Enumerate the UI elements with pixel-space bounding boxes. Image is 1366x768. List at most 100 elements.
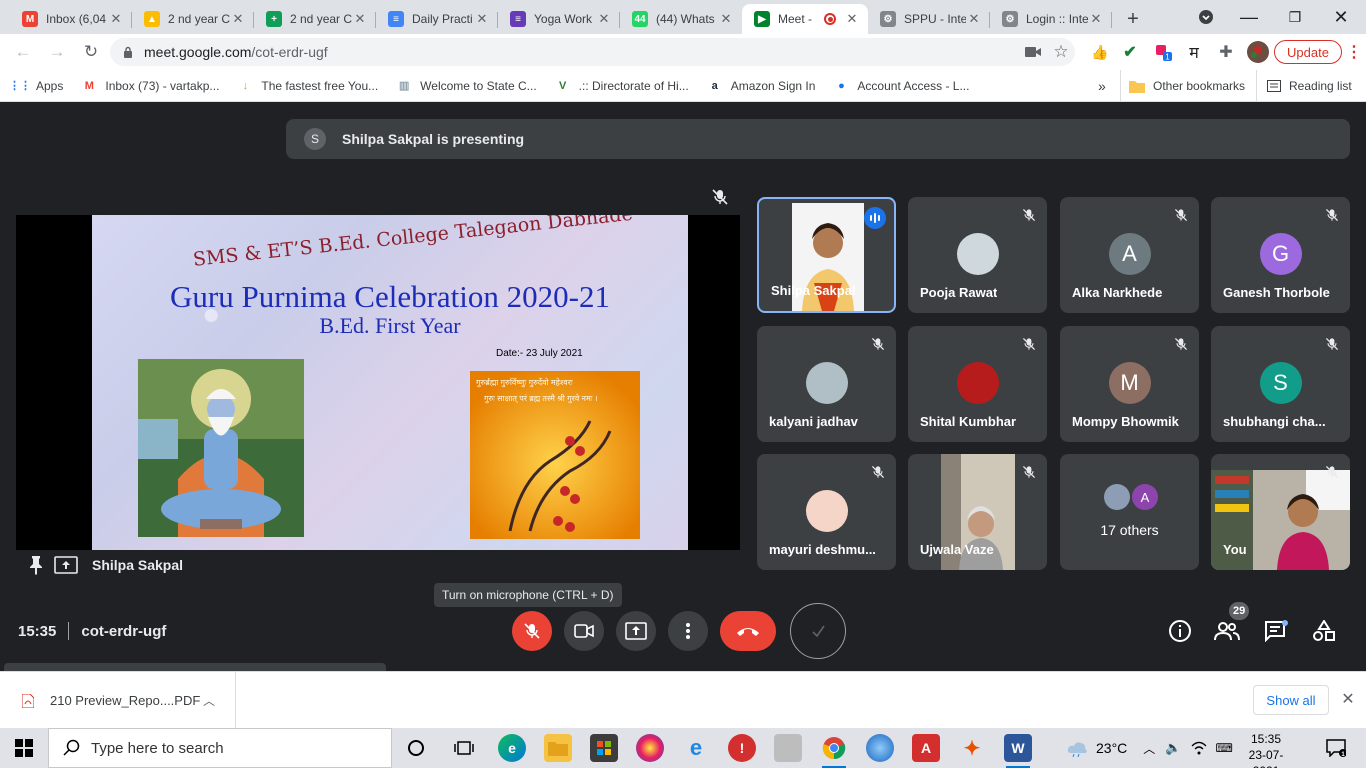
camera-in-use-icon[interactable] (1019, 38, 1047, 66)
tray-overflow-icon[interactable]: ︿ (1143, 740, 1155, 757)
restore-button[interactable]: ❐ (1272, 0, 1318, 34)
chat-icon[interactable] (1263, 618, 1289, 644)
more-options-button[interactable] (668, 611, 708, 651)
bookmark-star-icon[interactable]: ☆ (1047, 38, 1075, 66)
participant-tile[interactable]: G Ganesh Thorbole (1211, 197, 1350, 313)
participant-tile[interactable]: A 17 others (1060, 454, 1199, 570)
address-bar[interactable]: meet.google.com/cot-erdr-ugf ☆ (110, 38, 1075, 66)
participant-tile[interactable]: You (1211, 454, 1350, 570)
extensions-puzzle-icon[interactable]: ✚ (1214, 40, 1238, 64)
people-icon[interactable] (1214, 618, 1240, 644)
hindi-input-extension-icon[interactable]: म (1182, 40, 1206, 64)
bookmark-item[interactable]: ⋮⋮ Apps (9, 78, 63, 94)
activities-shapes-icon[interactable] (1311, 618, 1337, 644)
taskbar-search-box[interactable]: Type here to search (48, 728, 392, 768)
notepad-app-icon[interactable] (774, 734, 802, 762)
browser-menu-icon[interactable]: ⋮ (1344, 40, 1364, 64)
close-tab-icon[interactable]: ✕ (230, 11, 246, 27)
network-icon[interactable] (1191, 741, 1207, 755)
show-all-downloads-button[interactable]: Show all (1253, 685, 1329, 715)
presentation-screen-icon[interactable] (54, 555, 78, 575)
bookmark-item[interactable]: V .:: Directorate of Hi... (555, 78, 689, 94)
bookmark-item[interactable]: ↓ The fastest free You... (237, 78, 379, 94)
word-icon[interactable]: W (1004, 734, 1032, 768)
browser-tab[interactable]: M Inbox (6,04 ✕ (10, 4, 132, 34)
participant-tile[interactable]: Pooja Rawat (908, 197, 1047, 313)
close-tab-icon[interactable]: ✕ (596, 11, 612, 27)
reading-list-button[interactable]: Reading list (1256, 70, 1352, 102)
minimize-button[interactable]: — (1226, 0, 1272, 34)
tab-search-icon[interactable] (1186, 0, 1226, 34)
participant-tile[interactable]: kalyani jadhav (757, 326, 896, 442)
notifications-icon[interactable]: 1 (1322, 734, 1350, 762)
reload-button[interactable]: ↻ (76, 37, 106, 67)
check-extension-icon[interactable]: ✔ (1118, 40, 1142, 64)
internet-explorer-icon[interactable]: e (682, 734, 710, 762)
temperature[interactable]: 23°C (1096, 740, 1127, 756)
bookmarks-overflow-button[interactable]: » (1098, 70, 1106, 102)
participant-tile[interactable]: A Alka Narkhede (1060, 197, 1199, 313)
weather-icon[interactable] (1066, 739, 1088, 757)
browser-tab[interactable]: +2 nd year C ✕ (254, 4, 376, 34)
close-tab-icon[interactable]: ✕ (844, 11, 860, 27)
volume-icon[interactable]: 🔈 (1165, 740, 1181, 756)
acrobat-icon[interactable]: A (912, 734, 940, 762)
close-tab-icon[interactable]: ✕ (352, 11, 368, 27)
bookmark-item[interactable]: M Inbox (73) - vartakp... (81, 78, 220, 94)
puzzle-badge-extension-icon[interactable]: 1 (1152, 40, 1176, 64)
globe-app-icon[interactable] (866, 734, 894, 762)
participant-tile[interactable]: M Mompy Bhowmik (1060, 326, 1199, 442)
start-button[interactable] (0, 728, 48, 768)
pin-icon[interactable] (28, 555, 44, 575)
close-tab-icon[interactable]: ✕ (474, 11, 490, 27)
participant-tile[interactable]: mayuri deshmu... (757, 454, 896, 570)
camera-toggle-button[interactable] (564, 611, 604, 651)
new-tab-button[interactable]: + (1118, 4, 1148, 34)
file-explorer-icon[interactable] (544, 734, 572, 762)
browser-tab[interactable]: ≡ Daily Practi ✕ (376, 4, 498, 34)
edge-icon[interactable]: e (498, 734, 526, 762)
participant-tile[interactable]: Shilpa Sakpal (757, 197, 896, 313)
close-downloads-icon[interactable]: ✕ (1338, 689, 1358, 709)
presentation-stage[interactable]: SMS & ET’S B.Ed. College Talegaon Dabhad… (16, 215, 740, 550)
bookmark-item[interactable]: a Amazon Sign In (707, 78, 816, 94)
bookmark-item[interactable]: ▥ Welcome to State C... (396, 78, 537, 94)
forward-button[interactable]: → (42, 37, 72, 67)
download-item[interactable]: 210 Preview_Repo....PDF ︿ (0, 672, 236, 729)
meeting-details-icon[interactable] (1167, 618, 1193, 644)
bookmark-item[interactable]: ● Account Access - L... (833, 78, 969, 94)
chevron-up-icon[interactable]: ︿ (203, 692, 215, 709)
browser-tab[interactable]: ⚙ SPPU - Inte ✕ (868, 4, 990, 34)
participant-tile[interactable]: Sshubhangi cha... (1211, 326, 1350, 442)
profile-avatar[interactable] (1246, 40, 1270, 64)
participant-tile[interactable]: Shital Kumbhar (908, 326, 1047, 442)
alert-app-icon[interactable]: ! (728, 734, 756, 762)
taskbar-clock[interactable]: 15:35 23-07-2021 (1236, 731, 1296, 768)
close-tab-icon[interactable]: ✕ (718, 11, 734, 27)
update-button[interactable]: Update (1274, 40, 1342, 64)
ime-mode-icon[interactable]: ⌨ (1215, 741, 1232, 755)
close-window-button[interactable]: ✕ (1318, 0, 1364, 34)
browser-tab[interactable]: ⚙ Login :: Inte ✕ (990, 4, 1112, 34)
cortana-icon[interactable] (402, 734, 430, 762)
leave-call-button[interactable] (720, 611, 776, 651)
browser-tab[interactable]: 44 (44) Whats ✕ (620, 4, 742, 34)
puzzle-app-icon[interactable]: ✦ (958, 734, 986, 762)
close-tab-icon[interactable]: ✕ (966, 11, 982, 27)
close-tab-icon[interactable]: ✕ (108, 11, 124, 27)
mic-toggle-button[interactable] (512, 611, 552, 651)
hand-extension-icon[interactable]: 👍 (1088, 40, 1112, 64)
chrome-icon[interactable] (820, 734, 848, 768)
activity-button[interactable] (790, 603, 846, 659)
horizontal-scrollbar[interactable] (4, 663, 386, 671)
store-icon[interactable] (590, 734, 618, 762)
paint-icon[interactable] (636, 734, 664, 762)
participant-tile[interactable]: Ujwala Vaze (908, 454, 1047, 570)
back-button[interactable]: ← (8, 37, 38, 67)
task-view-icon[interactable] (450, 734, 478, 762)
browser-tab[interactable]: ≡ Yoga Work ✕ (498, 4, 620, 34)
other-bookmarks-folder[interactable]: Other bookmarks (1120, 70, 1245, 102)
present-now-button[interactable] (616, 611, 656, 651)
browser-tab[interactable]: ▶ Meet - ✕ (742, 4, 868, 34)
browser-tab[interactable]: ▲ 2 nd year C ✕ (132, 4, 254, 34)
